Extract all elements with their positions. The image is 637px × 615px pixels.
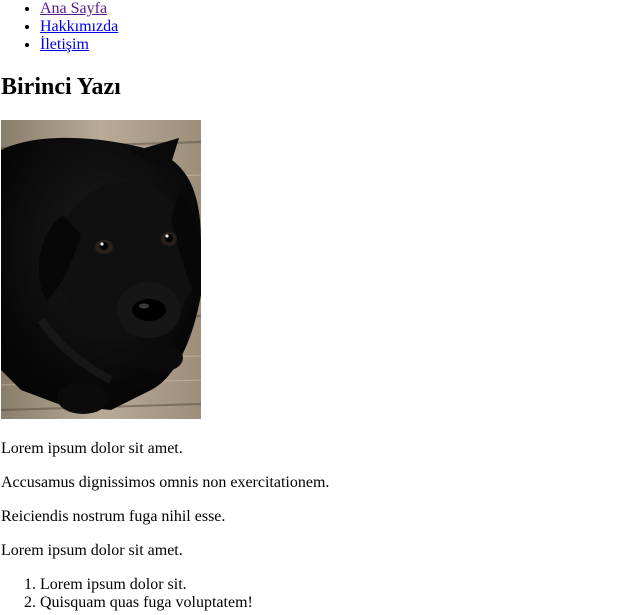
paragraph-2: Accusamus dignissimos omnis non exercita…	[1, 474, 330, 491]
main-nav: Ana Sayfa Hakkımızda İletişim	[0, 0, 118, 54]
nav-item-home: Ana Sayfa	[40, 0, 118, 18]
paragraph-3: Reiciendis nostrum fuga nihil esse.	[1, 508, 226, 525]
list-item: Quisquam quas fuga voluptatem!	[40, 594, 253, 612]
puppy-image	[1, 120, 201, 419]
paragraph-4: Lorem ipsum dolor sit amet.	[1, 542, 183, 559]
nav-item-contact: İletişim	[40, 36, 118, 54]
nav-link-home[interactable]: Ana Sayfa	[40, 0, 107, 17]
list-item: Lorem ipsum dolor sit.	[40, 576, 253, 594]
nav-link-contact[interactable]: İletişim	[40, 36, 89, 53]
nav-item-about: Hakkımızda	[40, 18, 118, 36]
ordered-list: Lorem ipsum dolor sit. Quisquam quas fug…	[0, 576, 253, 612]
nav-link-about[interactable]: Hakkımızda	[40, 18, 118, 35]
paragraph-1: Lorem ipsum dolor sit amet.	[1, 440, 183, 457]
post-title: Birinci Yazı	[1, 74, 121, 100]
